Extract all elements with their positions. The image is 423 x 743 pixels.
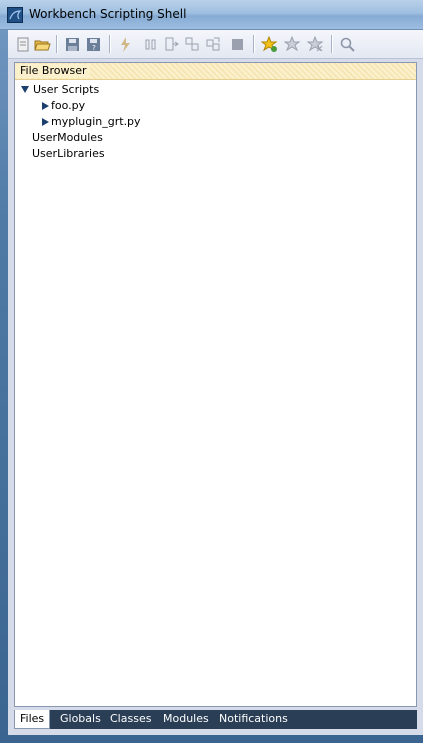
- step-over-button[interactable]: [183, 35, 201, 53]
- toolbar-separator: [253, 35, 255, 53]
- tab-globals[interactable]: Globals: [55, 710, 106, 729]
- tree-item-label: User Scripts: [33, 83, 100, 96]
- toolbar-separator: [56, 35, 58, 53]
- step-over-icon: [185, 37, 198, 50]
- execute-icon: [120, 36, 130, 52]
- clear-bookmarks-icon: [306, 35, 323, 51]
- stop-button[interactable]: [228, 35, 246, 53]
- bookmark-button[interactable]: [283, 35, 301, 53]
- pause-icon: [145, 39, 155, 49]
- tree-item-label: UserModules: [32, 131, 103, 144]
- stop-icon: [231, 38, 243, 50]
- save-as-button[interactable]: ?: [84, 35, 102, 53]
- clear-bookmarks-button[interactable]: [306, 35, 324, 53]
- new-file-icon: [17, 37, 28, 51]
- toolbar-separator: [109, 35, 111, 53]
- panel-header: File Browser: [15, 63, 416, 80]
- add-bookmark-button[interactable]: [260, 35, 278, 53]
- find-button[interactable]: [338, 35, 356, 53]
- pause-button[interactable]: [141, 35, 159, 53]
- svg-text:?: ?: [92, 44, 96, 52]
- tree-item-label: myplugin_grt.py: [51, 115, 141, 128]
- window-title: Workbench Scripting Shell: [29, 7, 187, 21]
- open-folder-icon: [33, 40, 51, 50]
- new-file-button[interactable]: [14, 35, 32, 53]
- add-bookmark-icon: [260, 35, 277, 52]
- execute-button[interactable]: [116, 35, 134, 53]
- bottom-tab-bar: Files Globals Classes Modules Notifications: [14, 710, 417, 729]
- find-icon: [340, 37, 355, 52]
- tree-item-label: foo.py: [51, 99, 86, 112]
- save-button[interactable]: [63, 35, 81, 53]
- save-icon: [65, 37, 79, 51]
- tab-modules[interactable]: Modules: [158, 710, 214, 729]
- client-area: ? File Browser User Scripts foo.py myplugi…: [8, 30, 423, 735]
- file-browser-panel: File Browser User Scripts foo.py myplugin_…: [14, 62, 417, 707]
- expanded-arrow-icon[interactable]: [21, 86, 29, 93]
- open-folder-button[interactable]: [33, 35, 51, 53]
- tree-item-label: UserLibraries: [32, 147, 105, 160]
- collapsed-arrow-icon[interactable]: [42, 102, 49, 110]
- tab-classes[interactable]: Classes: [105, 710, 156, 729]
- save-as-icon: ?: [86, 37, 100, 52]
- panel-title: File Browser: [15, 64, 91, 78]
- step-into-button[interactable]: [162, 35, 180, 53]
- scripting-shell-window: Workbench Scripting Shell ? File Browser…: [0, 0, 423, 743]
- step-into-icon: [165, 37, 179, 50]
- tab-files[interactable]: Files: [14, 710, 51, 729]
- bookmark-icon: [283, 35, 300, 51]
- dolphin-icon: [7, 7, 23, 23]
- collapsed-arrow-icon[interactable]: [42, 118, 49, 126]
- toolbar: ?: [8, 30, 423, 59]
- toolbar-separator: [331, 35, 333, 53]
- step-out-icon: [206, 37, 219, 50]
- title-bar[interactable]: Workbench Scripting Shell: [0, 0, 423, 30]
- tab-notifications[interactable]: Notifications: [214, 710, 293, 729]
- step-out-button[interactable]: [204, 35, 222, 53]
